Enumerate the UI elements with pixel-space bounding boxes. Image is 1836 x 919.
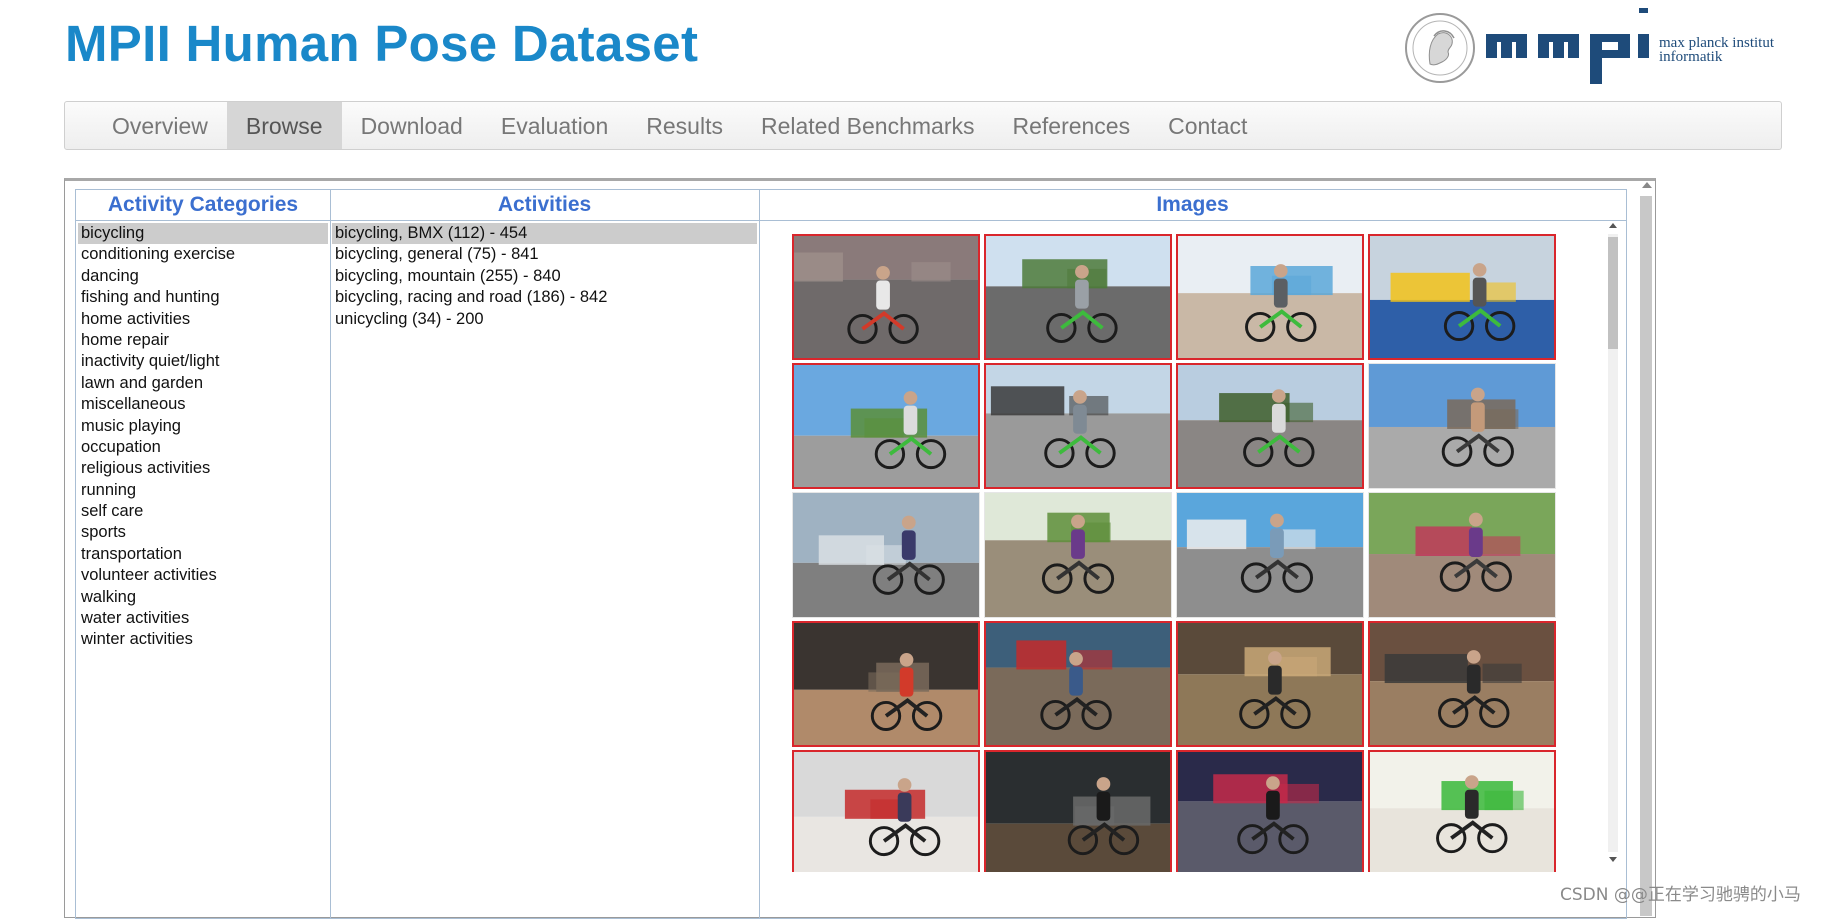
nav-browse[interactable]: Browse (226, 102, 342, 149)
scroll-up-icon[interactable] (1609, 223, 1617, 228)
page-title: MPII Human Pose Dataset (65, 15, 699, 72)
activities-list: bicycling, BMX (112) - 454 bicycling, gen… (330, 221, 759, 330)
logo-text-line2: informatik (1659, 49, 1723, 65)
image-thumbnail[interactable] (984, 621, 1172, 747)
category-item[interactable]: music playing (78, 416, 328, 437)
activity-item[interactable]: unicycling (34) - 200 (332, 309, 757, 330)
images-header: Images (759, 190, 1626, 221)
photo-graffiti-ramp-icon (1370, 623, 1554, 745)
logo-text-line1: max planck institut (1659, 35, 1774, 51)
image-thumbnail[interactable] (984, 363, 1172, 489)
image-thumbnail[interactable] (1176, 621, 1364, 747)
image-thumbnail[interactable] (1368, 621, 1556, 747)
activity-item[interactable]: bicycling, racing and road (186) - 842 (332, 287, 757, 308)
activity-item[interactable]: bicycling, general (75) - 841 (332, 244, 757, 265)
photo-green-hill-icon (985, 493, 1171, 617)
category-item[interactable]: miscellaneous (78, 394, 328, 415)
category-item[interactable]: occupation (78, 437, 328, 458)
photo-trees-road-icon (986, 236, 1170, 358)
image-thumbnail[interactable] (792, 621, 980, 747)
category-item[interactable]: religious activities (78, 458, 328, 479)
photo-foam-pit-icon (794, 752, 978, 872)
category-item[interactable]: bicycling (78, 223, 328, 245)
images-panel: Images (759, 189, 1627, 919)
image-thumbnail[interactable] (792, 363, 980, 489)
category-item[interactable]: conditioning exercise (78, 244, 328, 265)
category-item[interactable]: walking (78, 587, 328, 608)
photo-concrete-block-icon (1369, 364, 1555, 488)
image-thumbnail[interactable] (1176, 750, 1364, 872)
image-thumbnail[interactable] (984, 750, 1172, 872)
category-item[interactable]: dancing (78, 266, 328, 287)
category-item[interactable]: running (78, 480, 328, 501)
photo-trees-plaza-icon (1178, 365, 1362, 487)
mpi-logo[interactable]: max planck institut informatik (1404, 6, 1784, 86)
photo-rocks-trees-icon (1369, 493, 1555, 617)
minerva-seal-icon (1405, 13, 1475, 83)
image-thumbnail[interactable] (1176, 363, 1364, 489)
image-thumbnail[interactable] (792, 234, 980, 360)
photo-dark-hall-icon (986, 752, 1170, 872)
category-item[interactable]: winter activities (78, 629, 328, 650)
category-item[interactable]: transportation (78, 544, 328, 565)
activities-panel: Activities bicycling, BMX (112) - 454 bic… (330, 189, 760, 919)
watermark: CSDN @@正在学习驰骋的小马 (1560, 885, 1801, 905)
photo-blue-building-icon (1177, 493, 1363, 617)
category-item[interactable]: home activities (78, 309, 328, 330)
image-thumbnail[interactable] (1176, 234, 1364, 360)
scroll-down-icon[interactable] (1609, 857, 1617, 862)
frame-scroll-up-icon[interactable] (1642, 182, 1652, 188)
activity-item[interactable]: bicycling, BMX (112) - 454 (332, 223, 757, 245)
image-thumbnail[interactable] (1176, 492, 1364, 618)
categories-panel: Activity Categories bicycling conditionin… (75, 189, 331, 919)
photo-stone-wall-icon (794, 236, 978, 358)
image-grid (792, 234, 1560, 872)
nav-download[interactable]: Download (342, 102, 482, 149)
photo-building-pool-icon (1178, 236, 1362, 358)
category-item[interactable]: fishing and hunting (78, 287, 328, 308)
category-item[interactable]: self care (78, 501, 328, 522)
activity-item[interactable]: bicycling, mountain (255) - 840 (332, 266, 757, 287)
categories-header: Activity Categories (76, 190, 330, 221)
photo-sky-ledge-icon (794, 365, 978, 487)
photo-plaza-ramp-icon (986, 365, 1170, 487)
categories-list: bicycling conditioning exercise dancing fis… (76, 221, 330, 651)
category-item[interactable]: sports (78, 522, 328, 543)
nav-evaluation[interactable]: Evaluation (482, 102, 627, 149)
photo-green-wall-icon (1370, 752, 1554, 872)
category-item[interactable]: home repair (78, 330, 328, 351)
photo-grey-plaza-icon (793, 493, 979, 617)
image-thumbnail[interactable] (792, 492, 980, 618)
photo-indoor-ramp-icon (986, 623, 1170, 745)
image-thumbnail[interactable] (1368, 234, 1556, 360)
image-thumbnail[interactable] (792, 750, 980, 872)
images-scrollbar[interactable] (1605, 220, 1619, 866)
category-item[interactable]: water activities (78, 608, 328, 629)
main-nav: Overview Browse Download Evaluation Resu… (64, 101, 1782, 150)
nav-references[interactable]: References (993, 102, 1149, 149)
image-thumbnail[interactable] (1368, 492, 1556, 618)
category-item[interactable]: inactivity quiet/light (78, 351, 328, 372)
image-thumbnail[interactable] (1368, 750, 1556, 872)
image-thumbnail[interactable] (984, 492, 1172, 618)
category-item[interactable]: lawn and garden (78, 373, 328, 394)
photo-wood-ramp-icon (1178, 623, 1362, 745)
frame-scrollbar[interactable] (1640, 196, 1652, 916)
mpi-wordmark-icon (1486, 8, 1649, 84)
category-item[interactable]: volunteer activities (78, 565, 328, 586)
activities-header: Activities (330, 190, 759, 221)
photo-arena-icon (1178, 752, 1362, 872)
image-thumbnail[interactable] (1368, 363, 1556, 489)
image-thumbnail[interactable] (984, 234, 1172, 360)
nav-related-benchmarks[interactable]: Related Benchmarks (742, 102, 994, 149)
nav-contact[interactable]: Contact (1149, 102, 1266, 149)
nav-overview[interactable]: Overview (93, 102, 227, 149)
images-scroll-thumb[interactable] (1608, 237, 1618, 349)
photo-indoor-dark-icon (794, 623, 978, 745)
nav-results[interactable]: Results (627, 102, 742, 149)
photo-indoor-garage-icon (1370, 236, 1554, 358)
